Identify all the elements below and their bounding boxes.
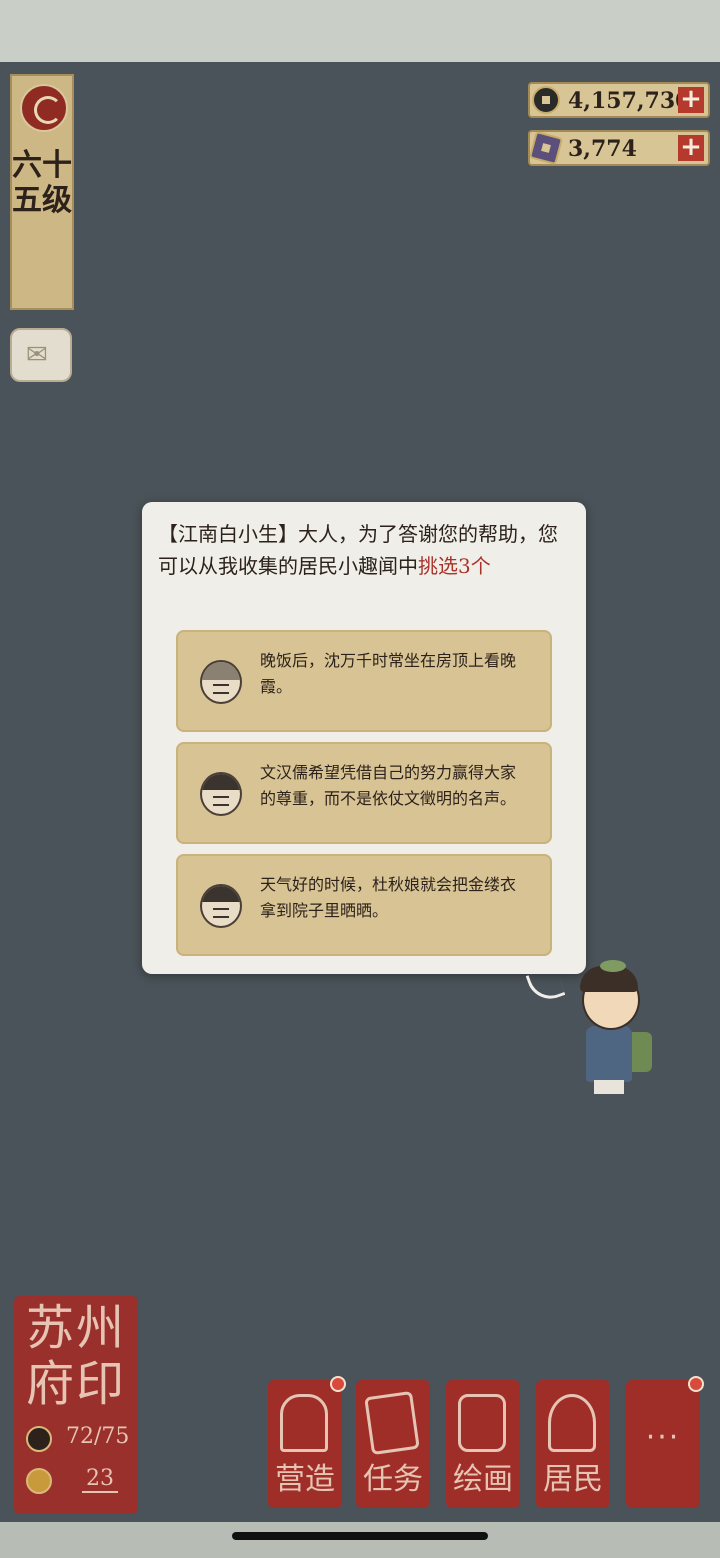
smiley-icon (26, 1468, 52, 1494)
dialogue-highlight: 挑选3个 (418, 554, 491, 578)
gem-value: 3,774 (568, 136, 637, 162)
dialogue-panel: 【江南白小生】大人，为了答谢您的帮助，您可以从我收集的居民小趣闻中挑选3个 晚饭… (142, 502, 586, 974)
more-dots-icon: ··· (645, 1420, 681, 1455)
chat-bubble-icon: ✉ (26, 340, 48, 370)
rumor-option[interactable]: 文汉儒希望凭借自己的努力赢得大家的尊重，而不是依仗文徵明的名声。 (176, 742, 552, 844)
resident-icon (26, 1426, 52, 1452)
happiness-value: 23 (82, 1466, 118, 1493)
narrator-legs (594, 1080, 624, 1094)
home-indicator[interactable] (232, 1532, 488, 1540)
rumor-option[interactable]: 天气好的时候，杜秋娘就会把金缕衣拿到院子里晒晒。 (176, 854, 552, 956)
population-value: 72/75 (66, 1424, 130, 1449)
speaker-name: 【江南白小生】 (158, 522, 298, 546)
population-row: 72/75 (20, 1424, 132, 1456)
scholar-hat-icon (200, 772, 242, 816)
rumor-text: 天气好的时候，杜秋娘就会把金缕衣拿到院子里晒晒。 (260, 875, 517, 920)
woman-bun-icon (200, 884, 242, 928)
map-bottom-strip (0, 1522, 720, 1558)
level-banner[interactable]: 六十五级 (10, 74, 74, 310)
build-label: 营造 (275, 1462, 335, 1497)
coin-value: 4,157,730 (568, 88, 691, 114)
woman-headscarf-icon (200, 660, 242, 704)
paint-button[interactable]: 绘画 (446, 1380, 520, 1508)
leaf-hat-icon (600, 960, 626, 972)
resident-button[interactable]: 居民 (536, 1380, 610, 1508)
prefecture-seal[interactable]: 苏州府印 72/75 23 (14, 1296, 138, 1514)
happiness-row: 23 (20, 1466, 132, 1498)
paint-icon (458, 1394, 506, 1452)
gem-counter: 3,774 + (528, 130, 710, 166)
brush-emblem-icon (20, 84, 68, 132)
rumor-text: 文汉儒希望凭借自己的努力赢得大家的尊重，而不是依仗文徵明的名声。 (260, 763, 517, 808)
level-label: 六十五级 (12, 148, 72, 218)
seal-title: 苏州府印 (25, 1300, 126, 1412)
paint-label: 绘画 (453, 1462, 513, 1497)
dialogue-text: 【江南白小生】大人，为了答谢您的帮助，您可以从我收集的居民小趣闻中挑选3个 (158, 518, 572, 582)
notification-dot (330, 1376, 346, 1392)
build-button[interactable]: 营造 (268, 1376, 346, 1508)
task-button[interactable]: 任务 (356, 1380, 430, 1508)
add-gems-button[interactable]: + (678, 134, 704, 161)
resident-icon (548, 1394, 596, 1452)
add-coins-button[interactable]: + (678, 86, 704, 113)
resident-label: 居民 (543, 1462, 603, 1497)
rumor-option[interactable]: 晚饭后，沈万千时常坐在房顶上看晚霞。 (176, 630, 552, 732)
task-label: 任务 (363, 1462, 423, 1497)
narrator-body (586, 1026, 632, 1082)
map-top-strip (0, 0, 720, 62)
more-button[interactable]: ··· (626, 1376, 704, 1508)
coin-counter: 4,157,730 + (528, 82, 710, 118)
narrator-character (570, 960, 660, 1096)
jade-gem-icon (528, 130, 564, 166)
notification-dot (688, 1376, 704, 1392)
copper-coin-icon (532, 86, 560, 114)
build-icon (280, 1394, 328, 1452)
chat-button[interactable]: ✉ (10, 328, 72, 382)
task-icon (364, 1390, 420, 1456)
rumor-text: 晚饭后，沈万千时常坐在房顶上看晚霞。 (260, 651, 517, 696)
